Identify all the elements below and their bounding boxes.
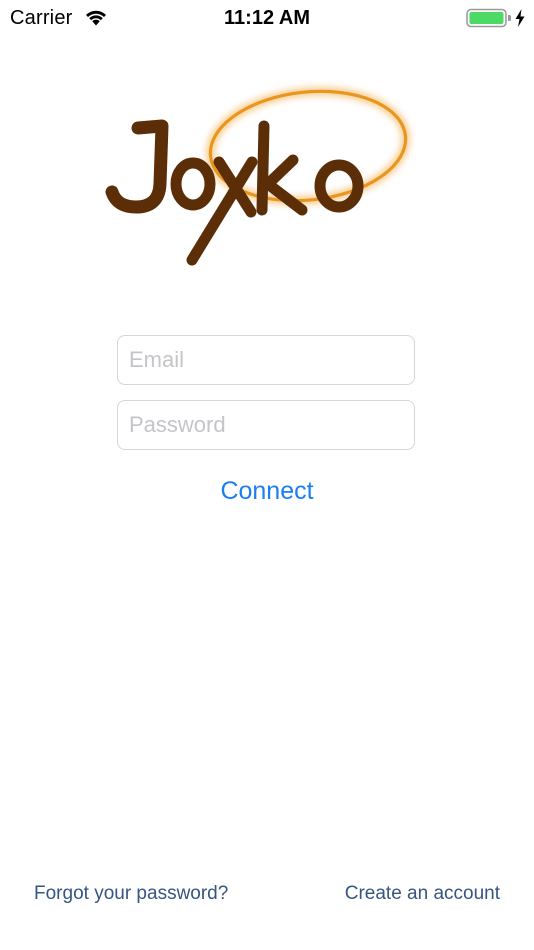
status-bar: Carrier 11:12 AM [0,0,534,40]
forgot-password-link[interactable]: Forgot your password? [34,881,228,907]
charging-bolt-icon [515,9,525,27]
connect-button[interactable]: Connect [117,474,417,508]
joxko-logo [105,86,411,266]
email-field[interactable] [117,335,415,385]
password-field[interactable] [117,400,415,450]
create-account-link[interactable]: Create an account [345,881,500,907]
battery-icon [466,8,511,28]
status-time: 11:12 AM [224,7,310,29]
